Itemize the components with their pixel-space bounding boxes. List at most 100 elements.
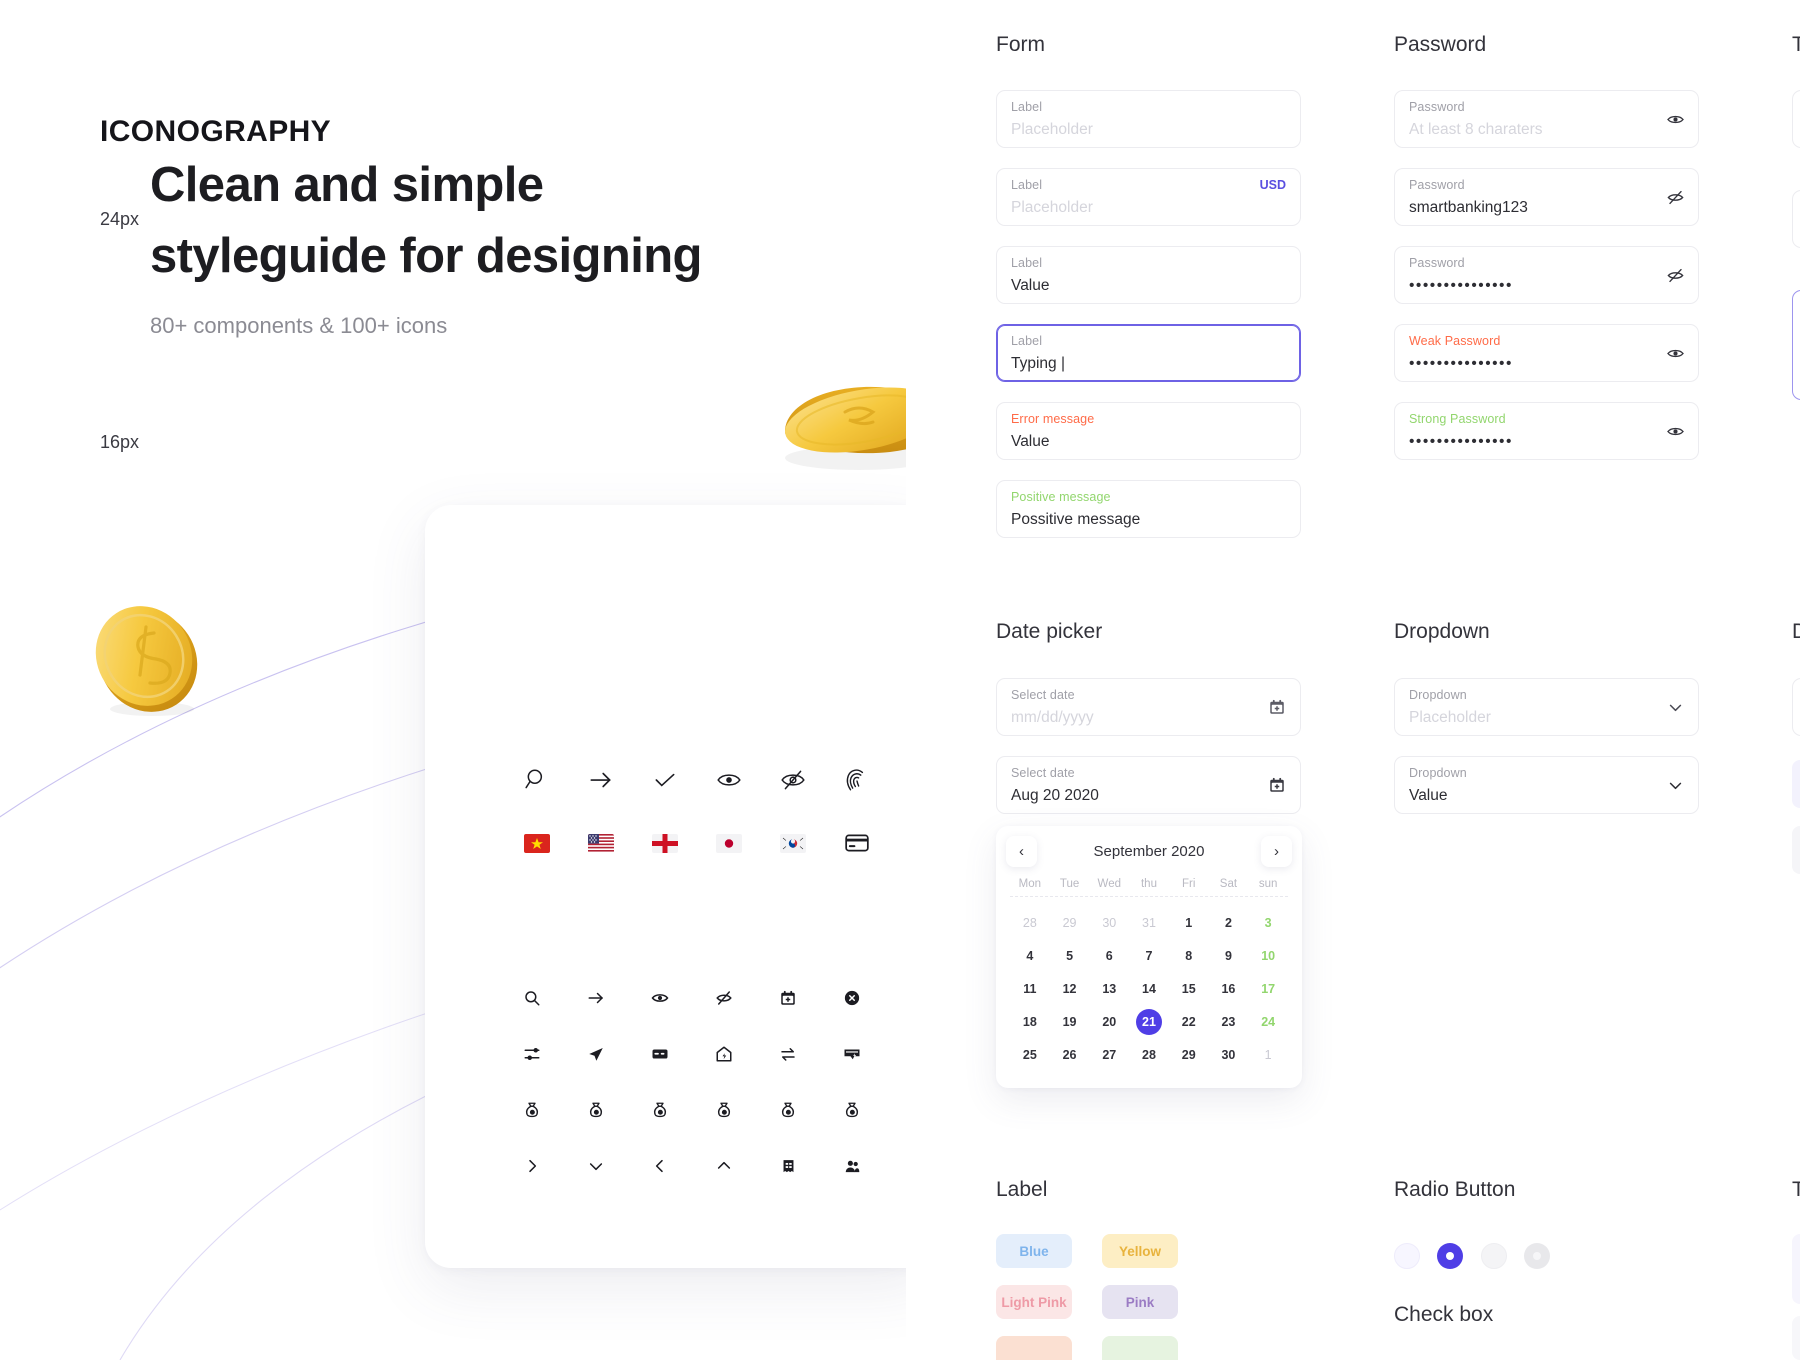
calendar-plus-icon[interactable] [756, 978, 820, 1018]
calendar-day[interactable]: 22 [1169, 1005, 1209, 1038]
chip-blue[interactable]: Blue [996, 1234, 1072, 1268]
calendar-day[interactable]: 13 [1089, 972, 1129, 1005]
password-field-2[interactable]: Password smartbanking123 [1394, 168, 1699, 226]
calendar-day[interactable]: 12 [1050, 972, 1090, 1005]
chevron-left-icon[interactable] [628, 1146, 692, 1186]
cutoff-field-4[interactable] [1792, 678, 1800, 736]
calendar-day[interactable]: 18 [1010, 1005, 1050, 1038]
cutoff-block-2[interactable] [1792, 1316, 1800, 1360]
eye-icon[interactable] [628, 978, 692, 1018]
flag-vietnam-icon[interactable] [505, 823, 569, 863]
factory-icon[interactable] [884, 1146, 906, 1186]
calendar-next-month-button[interactable]: › [1261, 836, 1292, 867]
chip-yellow[interactable]: Yellow [1102, 1234, 1178, 1268]
search-zoom-icon[interactable] [505, 760, 569, 800]
arrow-right-icon[interactable] [569, 760, 633, 800]
radio-selected[interactable] [1437, 1243, 1463, 1269]
cutoff-field-1[interactable] [1792, 90, 1800, 148]
radio-unselected[interactable] [1394, 1243, 1420, 1269]
chevron-right-icon[interactable] [500, 1146, 564, 1186]
calendar-day[interactable]: 3 [1248, 906, 1288, 939]
eye-off-icon[interactable] [692, 978, 756, 1018]
form-field-2[interactable]: Label USD Placeholder [996, 168, 1301, 226]
money-bag-check-icon[interactable] [692, 1090, 756, 1130]
calendar-day[interactable]: 1 [1248, 1038, 1288, 1071]
cutoff-chip-1[interactable] [1792, 760, 1800, 808]
calendar-day[interactable]: 14 [1129, 972, 1169, 1005]
chip-pink[interactable]: Pink [1102, 1285, 1178, 1319]
mobile-icon[interactable] [884, 1034, 906, 1074]
password-field-3[interactable]: Password ••••••••••••••• [1394, 246, 1699, 304]
card-flash-icon[interactable] [820, 1034, 884, 1074]
eye-off-icon[interactable] [1665, 265, 1685, 285]
calendar-plus-icon[interactable] [1267, 775, 1287, 795]
cutoff-block-1[interactable] [1792, 1234, 1800, 1304]
dropdown-field-2[interactable]: Dropdown Value [1394, 756, 1699, 814]
calendar-day[interactable]: 25 [1010, 1038, 1050, 1071]
form-field-1[interactable]: Label Placeholder [996, 90, 1301, 148]
eye-icon[interactable] [697, 760, 761, 800]
calendar-day[interactable]: 17 [1248, 972, 1288, 1005]
calendar-day[interactable]: 20 [1089, 1005, 1129, 1038]
eye-off-icon[interactable] [1665, 187, 1685, 207]
money-bag-star-icon[interactable] [820, 1090, 884, 1130]
card-heart-icon[interactable] [884, 1090, 906, 1130]
calendar-day[interactable]: 28 [1010, 906, 1050, 939]
calendar-day[interactable]: 10 [1248, 939, 1288, 972]
form-field-4-focused[interactable]: Label Typing | [996, 324, 1301, 382]
eye-off-icon[interactable] [761, 760, 825, 800]
calendar-day[interactable]: 16 [1209, 972, 1249, 1005]
flag-usa-icon[interactable] [569, 823, 633, 863]
calendar-day[interactable]: 19 [1050, 1005, 1090, 1038]
chevron-up-icon[interactable] [692, 1146, 756, 1186]
calendar-day[interactable]: 26 [1050, 1038, 1090, 1071]
calendar-day[interactable]: 30 [1209, 1038, 1249, 1071]
calendar-day[interactable]: 30 [1089, 906, 1129, 939]
calendar-day[interactable]: 23 [1209, 1005, 1249, 1038]
form-field-6-positive[interactable]: Positive message Possitive message [996, 480, 1301, 538]
chevron-down-icon[interactable] [1665, 697, 1685, 717]
calendar-day[interactable]: 27 [1089, 1038, 1129, 1071]
calendar-day[interactable]: 1 [1169, 906, 1209, 939]
home-flash-icon[interactable] [692, 1034, 756, 1074]
flag-korea-icon[interactable] [761, 823, 825, 863]
chevron-down-icon[interactable] [564, 1146, 628, 1186]
eye-icon[interactable] [1665, 109, 1685, 129]
calendar-day[interactable]: 28 [1129, 1038, 1169, 1071]
bill-icon[interactable] [756, 1146, 820, 1186]
password-field-4-weak[interactable]: Weak Password ••••••••••••••• [1394, 324, 1699, 382]
close-circle-icon[interactable] [820, 978, 884, 1018]
calendar-day[interactable]: 29 [1050, 906, 1090, 939]
flag-japan-icon[interactable] [697, 823, 761, 863]
radio-hover[interactable] [1481, 1243, 1507, 1269]
flag-england-icon[interactable] [633, 823, 697, 863]
calendar-day[interactable]: 31 [1129, 906, 1169, 939]
logout-icon[interactable] [884, 978, 906, 1018]
send-icon[interactable] [564, 1034, 628, 1074]
calendar-day[interactable]: 8 [1169, 939, 1209, 972]
cutoff-chip-2[interactable] [1792, 826, 1800, 874]
cutoff-field-3-focused[interactable] [1792, 290, 1800, 400]
chip-green[interactable] [1102, 1336, 1178, 1360]
money-bag-coin-icon[interactable] [564, 1090, 628, 1130]
calendar-plus-icon[interactable] [1267, 697, 1287, 717]
calendar-day[interactable]: 5 [1050, 939, 1090, 972]
datepicker-field-1[interactable]: Select date mm/dd/yyyy [996, 678, 1301, 736]
arrow-right-icon[interactable] [564, 978, 628, 1018]
check-icon[interactable] [633, 760, 697, 800]
filter-sliders-icon[interactable] [500, 1034, 564, 1074]
eye-icon[interactable] [1665, 421, 1685, 441]
calendar-day[interactable]: 11 [1010, 972, 1050, 1005]
calendar-day[interactable]: 6 [1089, 939, 1129, 972]
search-icon[interactable] [500, 978, 564, 1018]
calendar-day[interactable]: 2 [1209, 906, 1249, 939]
dropdown-field-1[interactable]: Dropdown Placeholder [1394, 678, 1699, 736]
money-bag-dollar-icon[interactable] [500, 1090, 564, 1130]
calendar-day[interactable]: 4 [1010, 939, 1050, 972]
credit-card-icon[interactable] [825, 823, 889, 863]
chip-orange[interactable] [996, 1336, 1072, 1360]
calendar-day[interactable]: 24 [1248, 1005, 1288, 1038]
password-field-5-strong[interactable]: Strong Password ••••••••••••••• [1394, 402, 1699, 460]
form-field-5-error[interactable]: Error message Value [996, 402, 1301, 460]
datepicker-field-2[interactable]: Select date Aug 20 2020 [996, 756, 1301, 814]
